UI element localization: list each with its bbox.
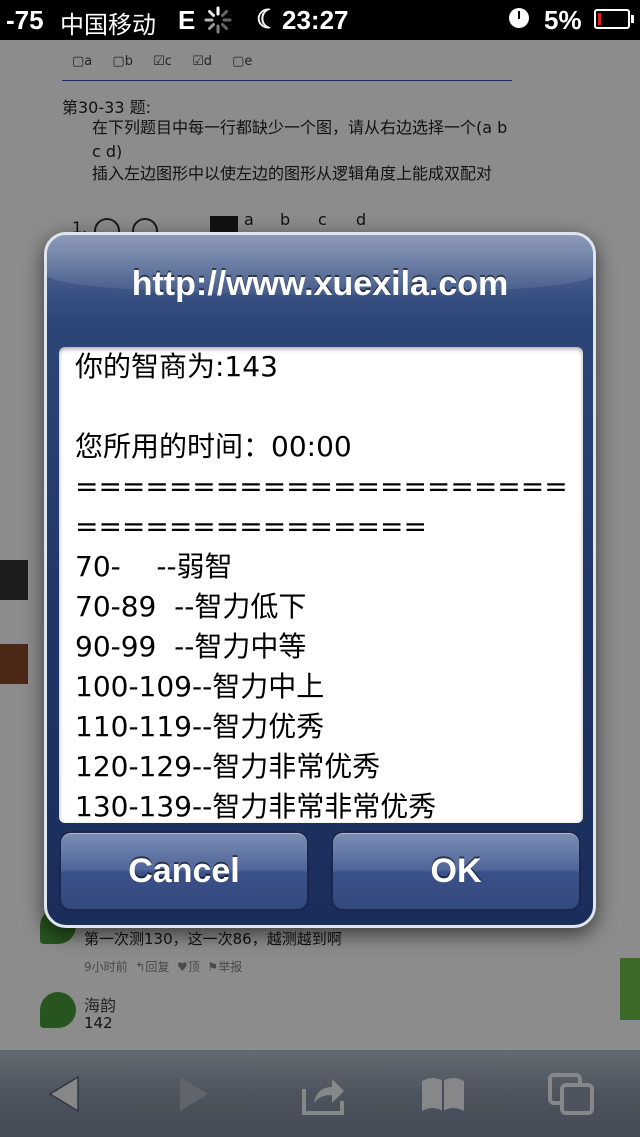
battery-percent: 5%	[544, 5, 582, 35]
status-bar: -75 中国移动 E ☾ 23:27 5%	[0, 0, 640, 40]
alert-dialog: http://www.xuexila.com 你的智商为:143 您所用的时间：…	[44, 232, 596, 928]
alert-message-box[interactable]: 你的智商为:143 您所用的时间：00:00 =================…	[59, 347, 583, 823]
clock-time: 23:27	[282, 5, 349, 35]
cancel-button[interactable]: Cancel	[59, 831, 309, 911]
alarm-clock-icon	[509, 8, 529, 28]
alert-title: http://www.xuexila.com	[131, 265, 509, 303]
network-type: E	[178, 5, 196, 35]
alert-message-text: 你的智商为:143 您所用的时间：00:00 =================…	[75, 350, 568, 823]
carrier-name: 中国移动	[60, 11, 156, 39]
battery-icon	[594, 9, 634, 29]
ok-button[interactable]: OK	[331, 831, 581, 911]
toolbar-dim-overlay	[0, 1051, 640, 1137]
do-not-disturb-moon-icon: ☾	[256, 4, 280, 34]
signal-strength: -75	[6, 5, 44, 35]
activity-spinner-icon	[204, 6, 232, 34]
browser-toolbar	[0, 1050, 640, 1137]
